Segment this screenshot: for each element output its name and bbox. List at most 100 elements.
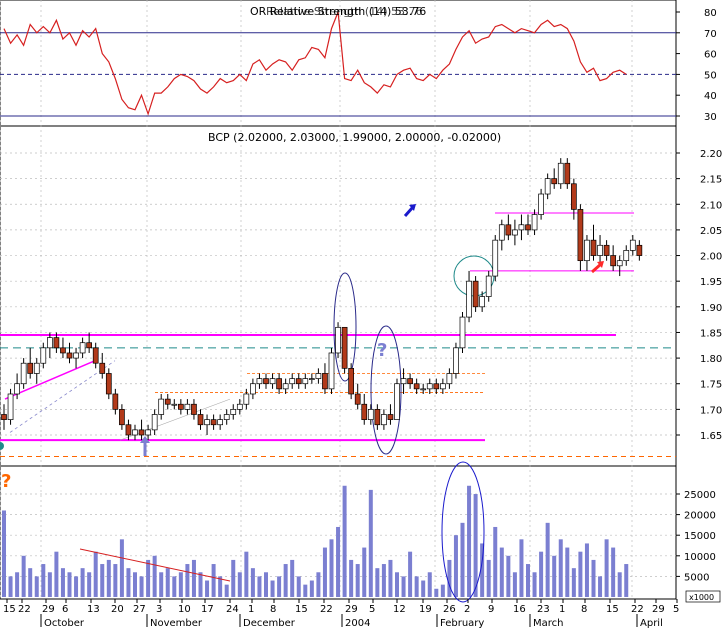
candle-body — [269, 378, 276, 385]
candle-body — [289, 378, 296, 385]
volume-bar — [172, 576, 177, 597]
x-day-label: 29 — [42, 604, 55, 615]
candle-body — [381, 414, 387, 426]
volume-bar — [119, 539, 124, 597]
candle-body — [46, 337, 53, 349]
candle-body — [125, 424, 132, 436]
x-day-label: 29 — [652, 604, 665, 615]
volume-bar — [414, 576, 419, 597]
volume-bar — [191, 559, 196, 597]
volume-bar — [257, 576, 262, 597]
x-month-label: November — [150, 618, 203, 629]
candle-body — [636, 244, 643, 256]
x-day-label: 24 — [226, 604, 239, 615]
candle-body — [217, 419, 223, 426]
volume-bar — [106, 559, 111, 597]
candle-body — [616, 260, 623, 267]
candle-body — [367, 409, 374, 420]
candle-body — [243, 393, 250, 405]
bcp-chart: 2.20 2.15 2.10 2.05 2.00 1.95 1.90 1.85 1.80 1.75… — [0, 0, 722, 629]
candle-body — [610, 255, 617, 267]
volume-bar — [87, 572, 92, 597]
candle-body — [151, 414, 158, 431]
candle-body — [525, 224, 531, 231]
candle-body — [79, 342, 86, 354]
volume-bar — [34, 576, 39, 597]
volume-bar — [539, 551, 544, 597]
candle-body — [492, 239, 499, 277]
x-day-label: 3 — [156, 604, 162, 615]
volume-tick-label: 25000 — [684, 490, 716, 501]
candle-body — [14, 383, 20, 395]
volume-bar — [67, 572, 72, 597]
volume-bar — [322, 547, 327, 597]
candle-body — [295, 378, 302, 385]
price-tick-label: 2.15 — [700, 175, 722, 186]
volume-bar — [427, 572, 432, 597]
volume-bar — [139, 576, 144, 597]
volume-bar — [303, 584, 308, 597]
volume-multiplier: x1000 — [689, 593, 714, 602]
x-month-label: 2004 — [345, 618, 370, 629]
candle-body — [629, 239, 636, 251]
rsi-tick-label: 30 — [704, 112, 717, 123]
candle-body — [73, 352, 79, 359]
volume-bar — [2, 510, 6, 597]
rsi-tick-label: 80 — [704, 8, 717, 19]
x-month-label: April — [640, 618, 663, 629]
candle-body — [335, 326, 341, 354]
volume-bar — [388, 559, 393, 597]
volume-bar — [270, 580, 275, 597]
volume-bar — [493, 526, 498, 597]
candle-body — [597, 244, 603, 256]
volume-bar — [532, 572, 537, 597]
rsi-header-overlap: Relative Strength (14) 53.76 — [266, 5, 423, 18]
candle-body — [584, 239, 590, 262]
volume-bar — [447, 559, 452, 597]
volume-bar — [41, 564, 46, 597]
x-month-label: December — [243, 618, 296, 629]
candle-body — [282, 383, 289, 390]
x-day-label: 12 — [393, 604, 406, 615]
price-tick-label: 1.95 — [700, 277, 722, 288]
volume-bar — [584, 543, 589, 597]
volume-bar — [205, 580, 210, 597]
stock-chart-window: 2.20 2.15 2.10 2.05 2.00 1.95 1.90 1.85 1.80 1.75… — [0, 0, 724, 629]
candle-body — [413, 383, 420, 390]
x-day-label: 5 — [369, 604, 375, 615]
volume-bar — [368, 489, 373, 597]
candle-body — [145, 429, 151, 436]
candle-body — [191, 403, 197, 415]
candle-body — [472, 280, 479, 308]
candle-body — [33, 362, 40, 374]
candle-body — [138, 429, 145, 436]
volume-multiplier-box: x1000 — [685, 590, 721, 603]
price-panel — [0, 125, 677, 467]
volume-bar — [244, 551, 249, 597]
volume-bar — [453, 535, 458, 597]
x-month-label: October — [44, 618, 85, 629]
volume-bar — [296, 576, 301, 597]
volume-tick-label: 15000 — [684, 531, 716, 542]
volume-bar — [558, 539, 563, 597]
volume-bar — [152, 555, 157, 597]
volume-bar — [624, 564, 629, 597]
candle-body — [210, 419, 217, 426]
candle-body — [263, 378, 269, 385]
candle-body — [459, 316, 466, 349]
volume-bar — [47, 572, 52, 597]
candle-body — [505, 224, 512, 236]
x-day-label: 29 — [345, 604, 358, 615]
candle-body — [223, 414, 230, 420]
x-day-label: 15 — [295, 604, 308, 615]
volume-bar — [250, 568, 255, 597]
volume-bar — [486, 559, 491, 597]
candle-body — [119, 409, 125, 426]
rsi-tick-label: 60 — [704, 50, 717, 61]
volume-bar — [421, 580, 426, 597]
volume-bar — [565, 547, 570, 597]
candle-body — [512, 229, 518, 236]
x-day-label: 13 — [87, 604, 100, 615]
candle-body — [623, 250, 630, 262]
candle-body — [40, 347, 47, 364]
